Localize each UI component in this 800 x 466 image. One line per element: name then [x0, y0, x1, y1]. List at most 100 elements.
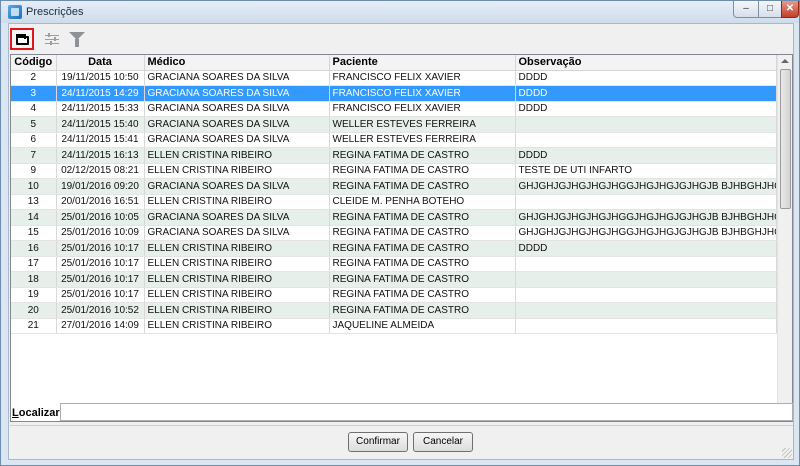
column-header-medico[interactable]: Médico — [144, 55, 330, 71]
cell-medico[interactable]: ELLEN CRISTINA RIBEIRO — [144, 194, 330, 210]
cell-observacao[interactable]: TESTE DE UTI INFARTO — [515, 163, 777, 179]
cell-paciente[interactable]: REGINA FATIMA DE CASTRO — [329, 178, 516, 195]
cell-data[interactable]: 24/11/2015 16:13 — [56, 147, 145, 164]
cell-medico[interactable]: GRACIANA SOARES DA SILVA — [144, 225, 330, 241]
cell-codigo[interactable]: 10 — [11, 178, 57, 195]
table-row[interactable]: 2 19/11/2015 10:50 GRACIANA SOARES DA SILV… — [11, 70, 777, 86]
cell-data[interactable]: 25/01/2016 10:52 — [56, 302, 145, 319]
table-row[interactable]: 6 24/11/2015 15:41 GRACIANA SOARES DA SILV… — [11, 132, 777, 148]
column-header-codigo[interactable]: Código — [11, 55, 57, 71]
cell-medico[interactable]: ELLEN CRISTINA RIBEIRO — [144, 240, 330, 257]
cell-paciente[interactable]: REGINA FATIMA DE CASTRO — [329, 147, 516, 164]
resize-grip[interactable] — [782, 448, 792, 458]
cell-data[interactable]: 19/11/2015 10:50 — [56, 70, 145, 86]
scrollbar-thumb[interactable] — [780, 69, 791, 209]
table-row[interactable]: 3 24/11/2015 14:29 GRACIANA SOARES DA SILV… — [11, 85, 777, 102]
cell-observacao[interactable]: DDDD — [515, 85, 777, 102]
cancel-button[interactable]: Cancelar — [413, 432, 473, 452]
prescriptions-grid[interactable]: Código Data Médico Paciente Observação 2… — [10, 54, 793, 422]
cell-paciente[interactable]: REGINA FATIMA DE CASTRO — [329, 225, 516, 241]
table-row[interactable]: 10 19/01/2016 09:20 GRACIANA SOARES DA SIL… — [11, 178, 777, 195]
cell-observacao[interactable] — [515, 271, 777, 288]
cell-medico[interactable]: GRACIANA SOARES DA SILVA — [144, 101, 330, 117]
cell-paciente[interactable]: WELLER ESTEVES FERREIRA — [329, 132, 516, 148]
table-row[interactable]: 5 24/11/2015 15:40 GRACIANA SOARES DA SILV… — [11, 116, 777, 133]
cell-paciente[interactable]: FRANCISCO FELIX XAVIER — [329, 85, 516, 102]
column-header-observacao[interactable]: Observação — [515, 55, 777, 71]
cell-codigo[interactable]: 3 — [11, 85, 57, 102]
cell-codigo[interactable]: 5 — [11, 116, 57, 133]
table-row[interactable]: 13 20/01/2016 16:51 ELLEN CRISTINA RIBEIRO… — [11, 194, 777, 210]
cell-medico[interactable]: GRACIANA SOARES DA SILVA — [144, 178, 330, 195]
table-row[interactable]: 21 27/01/2016 14:09 ELLEN CRISTINA RIBEIRO… — [11, 318, 777, 334]
cell-paciente[interactable]: JAQUELINE ALMEIDA — [329, 318, 516, 334]
cell-codigo[interactable]: 6 — [11, 132, 57, 148]
cell-data[interactable]: 24/11/2015 15:40 — [56, 116, 145, 133]
cell-data[interactable]: 25/01/2016 10:09 — [56, 225, 145, 241]
table-row[interactable]: 16 25/01/2016 10:17 ELLEN CRISTINA RIBEIRO… — [11, 240, 777, 257]
column-header-data[interactable]: Data — [56, 55, 145, 71]
cell-paciente[interactable]: FRANCISCO FELIX XAVIER — [329, 70, 516, 86]
cell-paciente[interactable]: CLEIDE M. PENHA BOTEHO — [329, 194, 516, 210]
cell-data[interactable]: 25/01/2016 10:05 — [56, 209, 145, 226]
cell-medico[interactable]: ELLEN CRISTINA RIBEIRO — [144, 302, 330, 319]
table-row[interactable]: 15 25/01/2016 10:09 GRACIANA SOARES DA SIL… — [11, 225, 777, 241]
cell-observacao[interactable] — [515, 287, 777, 303]
cell-data[interactable]: 24/11/2015 15:41 — [56, 132, 145, 148]
search-input[interactable] — [60, 403, 793, 421]
table-row[interactable]: 17 25/01/2016 10:17 ELLEN CRISTINA RIBEIRO… — [11, 256, 777, 272]
table-row[interactable]: 19 25/01/2016 10:17 ELLEN CRISTINA RIBEIRO… — [11, 287, 777, 303]
table-row[interactable]: 9 02/12/2015 08:21 ELLEN CRISTINA RIBEIRO R… — [11, 163, 777, 179]
cell-medico[interactable]: GRACIANA SOARES DA SILVA — [144, 132, 330, 148]
cell-medico[interactable]: GRACIANA SOARES DA SILVA — [144, 209, 330, 226]
cell-observacao[interactable] — [515, 302, 777, 319]
maximize-button[interactable]: □ — [758, 1, 782, 18]
cell-data[interactable]: 20/01/2016 16:51 — [56, 194, 145, 210]
cell-medico[interactable]: GRACIANA SOARES DA SILVA — [144, 70, 330, 86]
cell-data[interactable]: 25/01/2016 10:17 — [56, 240, 145, 257]
cell-codigo[interactable]: 18 — [11, 271, 57, 288]
cell-observacao[interactable]: DDDD — [515, 101, 777, 117]
cell-paciente[interactable]: REGINA FATIMA DE CASTRO — [329, 302, 516, 319]
scroll-up-arrow-icon[interactable] — [781, 59, 789, 63]
cell-codigo[interactable]: 13 — [11, 194, 57, 210]
filter-button[interactable] — [65, 28, 89, 50]
cell-observacao[interactable] — [515, 256, 777, 272]
cell-medico[interactable]: ELLEN CRISTINA RIBEIRO — [144, 256, 330, 272]
cell-data[interactable]: 25/01/2016 10:17 — [56, 256, 145, 272]
cell-medico[interactable]: GRACIANA SOARES DA SILVA — [144, 85, 330, 102]
cell-observacao[interactable] — [515, 318, 777, 334]
vertical-scrollbar[interactable] — [777, 55, 792, 421]
cell-medico[interactable]: ELLEN CRISTINA RIBEIRO — [144, 163, 330, 179]
cell-observacao[interactable]: GHJGHJGJHGJHGJHGGJHGJHGJGJHGJB BJHBGHJHG… — [515, 225, 777, 241]
cell-paciente[interactable]: FRANCISCO FELIX XAVIER — [329, 101, 516, 117]
cell-observacao[interactable] — [515, 116, 777, 133]
column-header-paciente[interactable]: Paciente — [329, 55, 516, 71]
cell-data[interactable]: 25/01/2016 10:17 — [56, 271, 145, 288]
table-row[interactable]: 18 25/01/2016 10:17 ELLEN CRISTINA RIBEIRO… — [11, 271, 777, 288]
cell-observacao[interactable] — [515, 194, 777, 210]
cell-observacao[interactable]: GHJGHJGJHGJHGJHGGJHGJHGJGJHGJB BJHBGHJHG… — [515, 178, 777, 195]
adjust-columns-button[interactable] — [40, 28, 64, 50]
open-folder-button[interactable] — [10, 28, 34, 50]
cell-observacao[interactable]: DDDD — [515, 147, 777, 164]
cell-codigo[interactable]: 4 — [11, 101, 57, 117]
title-bar[interactable]: Prescrições – □ ✕ — [1, 1, 799, 23]
cell-medico[interactable]: GRACIANA SOARES DA SILVA — [144, 116, 330, 133]
cell-data[interactable]: 25/01/2016 10:17 — [56, 287, 145, 303]
cell-codigo[interactable]: 21 — [11, 318, 57, 334]
table-row[interactable]: 4 24/11/2015 15:33 GRACIANA SOARES DA SILV… — [11, 101, 777, 117]
cell-data[interactable]: 24/11/2015 15:33 — [56, 101, 145, 117]
table-row[interactable]: 14 25/01/2016 10:05 GRACIANA SOARES DA SIL… — [11, 209, 777, 226]
cell-observacao[interactable]: DDDD — [515, 70, 777, 86]
cell-codigo[interactable]: 17 — [11, 256, 57, 272]
cell-medico[interactable]: ELLEN CRISTINA RIBEIRO — [144, 271, 330, 288]
cell-data[interactable]: 02/12/2015 08:21 — [56, 163, 145, 179]
table-row[interactable]: 20 25/01/2016 10:52 ELLEN CRISTINA RIBEIRO… — [11, 302, 777, 319]
cell-observacao[interactable]: GHJGHJGJHGJHGJHGGJHGJHGJGJHGJB BJHBGHJHG… — [515, 209, 777, 226]
cell-paciente[interactable]: REGINA FATIMA DE CASTRO — [329, 287, 516, 303]
cell-codigo[interactable]: 7 — [11, 147, 57, 164]
cell-codigo[interactable]: 2 — [11, 70, 57, 86]
cell-codigo[interactable]: 9 — [11, 163, 57, 179]
cell-codigo[interactable]: 19 — [11, 287, 57, 303]
